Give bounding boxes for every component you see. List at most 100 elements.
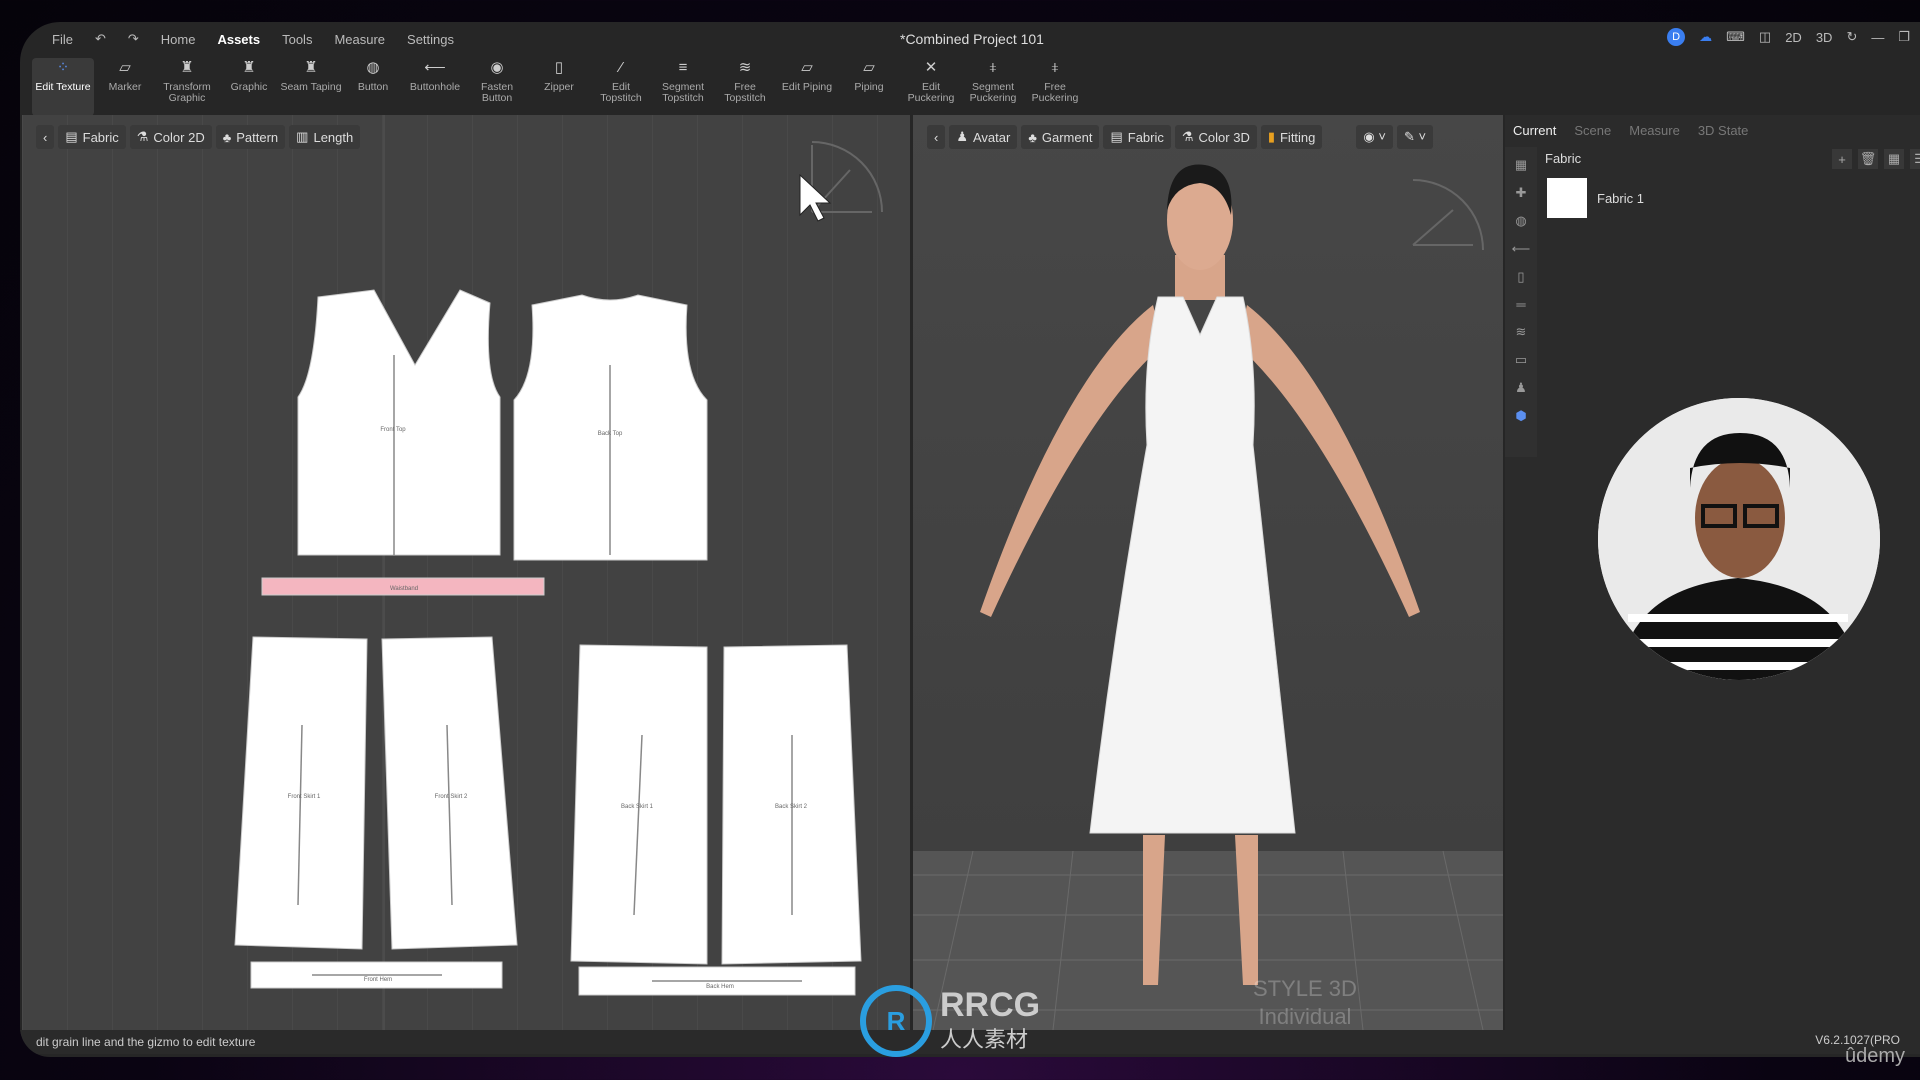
rrcg-watermark: R RRCG 人人素材 [860, 985, 1040, 1057]
tool-label: Fasten Button [480, 81, 514, 104]
piping-icon: ▱ [863, 59, 875, 76]
style3d-watermark: STYLE 3D Individual [1253, 975, 1357, 1031]
piping-icon[interactable]: ▭ [1515, 352, 1527, 368]
tool-free-puckering[interactable]: ⧧ Free Puckering [1024, 58, 1086, 116]
tab-3d-state[interactable]: 3D State [1698, 123, 1749, 138]
free-puckering-icon: ⧧ [1051, 59, 1059, 76]
menu-home[interactable]: Home [161, 32, 196, 47]
tool-zipper[interactable]: ▯ Zipper [528, 58, 590, 116]
tab-current[interactable]: Current [1513, 123, 1556, 138]
menu-file[interactable]: File [52, 32, 73, 47]
menu-settings[interactable]: Settings [407, 32, 454, 47]
piece-label-back-top: Back Top [598, 431, 623, 437]
tool-label: Edit Piping [781, 81, 833, 93]
edit-texture-icon: ⁘ [56, 59, 70, 76]
user-avatar[interactable]: D [1667, 28, 1686, 46]
redo-icon[interactable]: ↷ [128, 31, 139, 47]
button-icon[interactable]: ◍ [1515, 213, 1526, 229]
tool-buttonhole[interactable]: ⟵ Buttonhole [404, 58, 466, 116]
menu-assets[interactable]: Assets [217, 32, 260, 47]
window-title: *Combined Project 101 [900, 31, 1044, 47]
tool-edit-puckering[interactable]: ✕ Edit Puckering [900, 58, 962, 116]
buttonhole-icon: ⟵ [424, 59, 446, 76]
tool-segment-topstitch[interactable]: ≡ Segment Topstitch [652, 58, 714, 116]
udemy-logo: ûdemy [1844, 1045, 1905, 1067]
tool-edit-topstitch[interactable]: ⁄ Edit Topstitch [590, 58, 652, 116]
tool-label: Segment Puckering [969, 81, 1017, 104]
add-icon[interactable]: + [1832, 149, 1852, 169]
grid-view-icon[interactable]: ▦ [1884, 149, 1904, 169]
tool-edit-texture[interactable]: ⁘ Edit Texture [32, 58, 94, 116]
fabric-name[interactable]: Fabric 1 [1597, 191, 1644, 206]
tool-label: Piping [854, 81, 884, 93]
presenter-video [1598, 398, 1880, 680]
tool-label: Free Topstitch [724, 81, 766, 104]
watermark-text: RRCG [940, 986, 1041, 1024]
tool-label: Button [357, 81, 389, 93]
tool-graphic[interactable]: ♜ Graphic [218, 58, 280, 116]
list-view-icon[interactable]: ☰ [1910, 149, 1920, 169]
tab-measure[interactable]: Measure [1629, 123, 1680, 138]
rotation-gizmo-3d[interactable] [1412, 179, 1484, 251]
tool-edit-piping[interactable]: ▱ Edit Piping [776, 58, 838, 116]
piece-label-waistband: Waistband [390, 586, 418, 592]
fasten-button-icon: ◉ [490, 59, 504, 76]
piece-label-front-hem: Front Hem [364, 977, 392, 983]
buttonhole-icon[interactable]: ⟵ [1512, 241, 1531, 257]
undo-icon[interactable]: ↶ [95, 31, 106, 47]
webcam-overlay [1598, 398, 1880, 680]
restore-icon[interactable]: ❐ [1898, 29, 1910, 45]
cloud-upload-icon[interactable]: ☁ [1699, 29, 1712, 45]
tool-label: Zipper [544, 81, 574, 93]
segment-topstitch-icon: ≡ [678, 59, 688, 76]
view-2d-button[interactable]: 2D [1785, 30, 1802, 45]
tool-free-topstitch[interactable]: ≋ Free Topstitch [714, 58, 776, 116]
menu-tools[interactable]: Tools [282, 32, 312, 47]
tool-label: Free Puckering [1031, 81, 1079, 104]
graphic-icon[interactable]: ✚ [1516, 185, 1527, 201]
library-sidebar: ▦ ✚ ◍ ⟵ ▯ ═ ≋ ▭ ♟ ⬢ [1505, 147, 1537, 457]
tool-label: Segment Topstitch [661, 81, 705, 104]
topstitch-icon[interactable]: ═ [1516, 297, 1525, 312]
free-topstitch-icon: ≋ [738, 59, 752, 76]
cube-icon[interactable]: ⬢ [1515, 408, 1526, 424]
pattern-canvas[interactable]: Front Top Back Top Waistband Front Skirt… [22, 115, 910, 1030]
edit-topstitch-icon: ⁄ [619, 59, 623, 76]
tool-label: Graphic [230, 81, 268, 93]
puckering-icon[interactable]: ≋ [1516, 324, 1527, 340]
zipper-icon[interactable]: ▯ [1517, 269, 1524, 285]
tool-seam-taping[interactable]: ♜ Seam Taping [280, 58, 342, 116]
fabric-icon[interactable]: ▦ [1515, 157, 1527, 173]
status-hint: dit grain line and the gizmo to edit tex… [36, 1035, 256, 1049]
pattern-2d-panel[interactable]: ‹ ▤Fabric ⚗Color 2D ♣Pattern ▥Length [22, 115, 910, 1030]
split-view-icon[interactable]: ◫ [1759, 29, 1771, 45]
delete-icon[interactable]: 🗑 [1858, 149, 1878, 169]
avatar-scene[interactable] [913, 115, 1503, 1030]
piece-label-front-top: Front Top [380, 427, 406, 433]
piece-label-back-hem: Back Hem [706, 984, 734, 990]
tool-marker[interactable]: ▱ Marker [94, 58, 156, 116]
tool-fasten-button[interactable]: ◉ Fasten Button [466, 58, 528, 116]
zipper-icon: ▯ [554, 59, 564, 76]
graphic-icon: ♜ [242, 59, 256, 76]
minimize-icon[interactable]: — [1871, 30, 1884, 45]
edit-puckering-icon: ✕ [924, 59, 938, 76]
refresh-icon[interactable]: ↻ [1846, 29, 1857, 45]
tool-label: Marker [108, 81, 142, 93]
view-3d-button[interactable]: 3D [1816, 30, 1833, 45]
avatar-icon[interactable]: ♟ [1515, 380, 1527, 396]
pattern-piece-front-top[interactable] [297, 289, 501, 556]
tool-transform-graphic[interactable]: ♜ Transform Graphic [156, 58, 218, 116]
tool-piping[interactable]: ▱ Piping [838, 58, 900, 116]
fabric-swatch[interactable] [1547, 178, 1587, 218]
piece-label-front-skirt-2: Front Skirt 2 [435, 794, 468, 800]
piece-label-back-skirt-1: Back Skirt 1 [621, 804, 654, 810]
tool-segment-puckering[interactable]: ⧧ Segment Puckering [962, 58, 1024, 116]
tool-button[interactable]: ◍ Button [342, 58, 404, 116]
menu-measure[interactable]: Measure [334, 32, 385, 47]
tab-scene[interactable]: Scene [1574, 123, 1611, 138]
tool-label: Edit Texture [35, 81, 91, 93]
viewport-3d[interactable]: ‹ ♟ Avatar ♣ Garment ▤ Fabric ⚗ Color 3D ▮ Fi… [913, 115, 1503, 1030]
rrcg-logo: R [860, 985, 932, 1057]
keyboard-icon[interactable]: ⌨ [1726, 29, 1745, 45]
